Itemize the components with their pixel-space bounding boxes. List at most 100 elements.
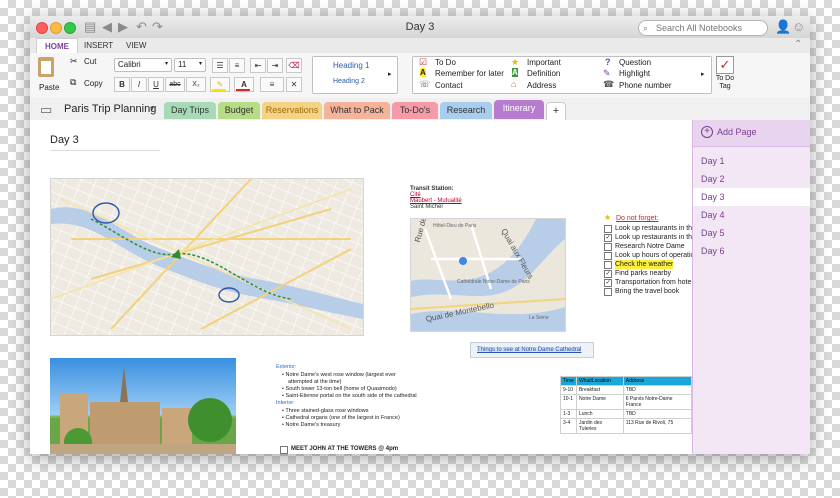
tag-address[interactable]: Address [527, 81, 556, 90]
section-tab-budget[interactable]: Budget [218, 102, 260, 119]
strikethrough-button[interactable]: abc [165, 77, 185, 92]
bold-button[interactable]: B [114, 77, 130, 92]
tag-important[interactable]: Important [527, 58, 561, 67]
to-do-tag-button[interactable]: To Do Tag [711, 75, 739, 91]
styles-gallery[interactable]: Heading 1 Heading 2 ▸ [312, 56, 398, 94]
todo-item[interactable]: Look up hours of operatio [604, 251, 694, 260]
todo-item[interactable]: Research Notre Dame [604, 242, 694, 251]
share-user-icon[interactable]: 👤 [775, 19, 791, 35]
tag-contact[interactable]: Contact [435, 81, 463, 90]
link-note-container[interactable]: Things to see at Notre Dame Cathedral [470, 342, 594, 358]
table-row[interactable]: 10-1 Notre Dame 6 Parvis Notre-Dame Fran… [560, 394, 693, 410]
numbering-button[interactable]: ≡ [229, 58, 245, 73]
page-title[interactable]: Day 3 [50, 134, 79, 146]
style-heading-2[interactable]: Heading 2 [333, 78, 365, 85]
style-heading-1[interactable]: Heading 1 [333, 61, 369, 70]
table-row[interactable]: 9-10 Breakfast TBD [560, 385, 693, 395]
star-icon: ★ [511, 57, 520, 67]
subscript-button[interactable]: X₂ [186, 77, 206, 92]
section-tab-reservations[interactable]: Reservations [262, 102, 322, 119]
todo-checkbox[interactable]: ✓ [604, 279, 612, 287]
todo-checkbox[interactable] [604, 288, 612, 296]
notre-dame-link[interactable]: Things to see at Notre Dame Cathedral [477, 347, 582, 353]
table-header-row: Time What/Location Address [560, 376, 693, 386]
bullet-item: • Three stained-glass rose windows [282, 408, 369, 414]
page-canvas[interactable]: Day 3 Transit Station: Cité Maubert - Mu… [30, 120, 694, 454]
align-button[interactable]: ≡ [260, 77, 284, 92]
table-row[interactable]: 1-3 Lunch TBD [560, 409, 693, 419]
tab-view[interactable]: VIEW [120, 40, 152, 51]
tag-question[interactable]: Question [619, 58, 651, 67]
section-tab-what-to-pack[interactable]: What to Pack [324, 102, 390, 119]
todo-item[interactable]: ✓ Look up restaurants in the [604, 233, 694, 242]
underline-button[interactable]: U [148, 77, 164, 92]
paris-city-map-image[interactable] [50, 178, 364, 336]
page-item-day-1[interactable]: Day 1 [693, 152, 810, 170]
todo-item[interactable]: Look up restaurants in the [604, 224, 694, 233]
paste-icon[interactable] [38, 57, 54, 77]
tag-remember-for-later[interactable]: Remember for later [435, 69, 504, 78]
to-do-tag-icon[interactable]: ✓ [716, 56, 734, 74]
todo-item[interactable]: ✓ Transportation from hote [604, 278, 694, 287]
italic-button[interactable]: I [131, 77, 147, 92]
chevron-down-icon[interactable]: ▾ [150, 104, 154, 113]
page-item-day-6[interactable]: Day 6 [693, 242, 810, 260]
collapse-ribbon-icon[interactable]: ⌃ [794, 39, 802, 50]
bullets-button[interactable]: ☰ [212, 58, 228, 73]
tag-highlight[interactable]: Highlight [619, 69, 650, 78]
todo-checkbox[interactable]: ✓ [604, 270, 612, 278]
add-section-button[interactable]: + [546, 102, 566, 121]
font-name-select[interactable]: Calibri ▾ [114, 58, 172, 72]
increase-indent-button[interactable]: ⇥ [267, 58, 283, 73]
page-item-day-5[interactable]: Day 5 [693, 224, 810, 242]
todo-checkbox[interactable] [604, 225, 612, 233]
schedule-table[interactable]: Time What/Location Address 9-10 Breakfas… [560, 376, 693, 434]
decrease-indent-button[interactable]: ⇤ [250, 58, 266, 73]
font-size-select[interactable]: 11 ▾ [174, 58, 206, 72]
todo-item[interactable]: Check the weather [604, 260, 694, 269]
todo-item[interactable]: ✓ Find parks nearby [604, 269, 694, 278]
page-item-day-3[interactable]: Day 3 [693, 188, 810, 206]
cut-button[interactable]: Cut [84, 57, 96, 66]
page-item-day-2[interactable]: Day 2 [693, 170, 810, 188]
todo-checkbox[interactable] [604, 261, 612, 269]
table-header: Time [560, 376, 577, 386]
todo-checkbox[interactable] [604, 252, 612, 260]
notre-dame-area-map-image[interactable]: Rue de la Cité Quai aux Fleurs Quai de M… [410, 218, 566, 332]
meet-note-checkbox[interactable] [280, 446, 288, 454]
numbered-list-icon: ≡ [234, 61, 240, 70]
paste-button[interactable]: Paste [39, 83, 59, 92]
copy-button[interactable]: Copy [84, 79, 103, 88]
table-row[interactable]: 3-4 Jardin des Tuleries 113 Rue de Rivol… [560, 418, 693, 434]
page-item-day-4[interactable]: Day 4 [693, 206, 810, 224]
account-icon[interactable]: ☺ [792, 19, 805, 34]
todo-checkbox[interactable]: ✓ [604, 234, 612, 242]
todo-checkbox[interactable] [604, 243, 612, 251]
notre-dame-photo[interactable] [50, 358, 236, 454]
section-tab-to-dos[interactable]: To-Do's [392, 102, 438, 119]
todo-item[interactable]: Bring the travel book [604, 287, 694, 296]
tag-definition[interactable]: Definition [527, 69, 560, 78]
tag-phone-number[interactable]: Phone number [619, 81, 671, 90]
tag-to-do[interactable]: To Do [435, 58, 456, 67]
styles-more-icon[interactable]: ▸ [388, 70, 392, 78]
section-tab-day-trips[interactable]: Day Trips [164, 102, 216, 119]
tab-insert[interactable]: INSERT [78, 40, 119, 51]
tags-gallery[interactable]: ☑ To Do A Remember for later ☏ Contact ★… [412, 56, 712, 94]
search-input[interactable]: ⌕ Search All Notebooks [638, 20, 768, 36]
meet-note[interactable]: MEET JOHN AT THE TOWERS @ 4pm [291, 446, 398, 452]
add-page-button[interactable]: + Add Page [693, 120, 810, 147]
notebook-name[interactable]: Paris Trip Planning [64, 103, 156, 115]
section-tab-research[interactable]: Research [440, 102, 492, 119]
bullet-list-icon: ☰ [216, 61, 224, 70]
clear-format-button[interactable]: ⌫ [286, 58, 302, 73]
bullet-item: • Cathedral organs (one of the largest i… [282, 415, 400, 421]
notebook-icon[interactable]: ▭ [40, 102, 52, 118]
map-label-cathedral: Cathédrale Notre-Dame de Paris [457, 279, 530, 285]
ribbon-home: Paste ✂ Cut ⧉ Copy Calibri ▾ 11 ▾ B I U … [30, 53, 810, 99]
checkbox-tag-icon: ☑ [419, 57, 428, 67]
tab-home[interactable]: HOME [36, 38, 78, 54]
section-tab-itinerary[interactable]: Itinerary [494, 100, 544, 119]
delete-button[interactable]: ✕ [286, 77, 302, 92]
tags-more-icon[interactable]: ▸ [701, 70, 705, 78]
